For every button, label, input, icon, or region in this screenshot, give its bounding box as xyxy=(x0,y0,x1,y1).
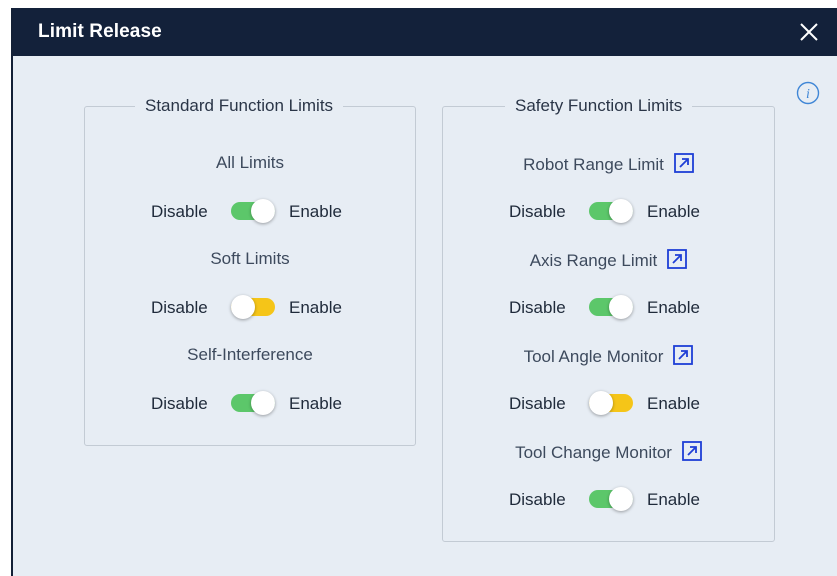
enable-label: Enable xyxy=(289,202,342,221)
tool-angle-monitor-row: Tool Angle Monitor xyxy=(443,345,774,367)
tool-angle-monitor-toggle-row: Disable Enable xyxy=(443,391,774,417)
enable-label: Enable xyxy=(289,394,342,413)
external-link-icon[interactable] xyxy=(673,345,694,365)
tool-change-monitor-row: Tool Change Monitor xyxy=(443,441,774,463)
toggle-knob xyxy=(231,295,255,319)
toggle-knob xyxy=(609,487,633,511)
all-limits-label: All Limits xyxy=(215,153,284,172)
self-interference-toggle[interactable] xyxy=(231,391,275,415)
enable-label: Enable xyxy=(647,490,700,509)
axis-range-limit-row: Axis Range Limit xyxy=(443,249,774,271)
toggle-knob xyxy=(251,199,275,223)
toggle-knob xyxy=(609,199,633,223)
toggle-knob xyxy=(589,391,613,415)
self-interference-label: Self-Interference xyxy=(187,345,313,364)
disable-label: Disable xyxy=(151,298,208,317)
external-link-icon[interactable] xyxy=(682,441,702,461)
tool-change-monitor-toggle-row: Disable Enable xyxy=(443,487,774,513)
toggle-knob xyxy=(251,391,275,415)
robot-range-limit-row: Robot Range Limit xyxy=(443,153,774,175)
info-icon[interactable]: i xyxy=(796,81,820,105)
enable-label: Enable xyxy=(289,298,342,317)
self-interference-toggle-row: Disable Enable xyxy=(85,391,415,417)
soft-limits-label: Soft Limits xyxy=(210,249,290,268)
dialog-title: Limit Release xyxy=(38,21,162,42)
standard-group-title: Standard Function Limits xyxy=(145,96,334,115)
tool-angle-monitor-label: Tool Angle Monitor xyxy=(523,347,664,366)
enable-label: Enable xyxy=(647,202,700,221)
disable-label: Disable xyxy=(509,298,566,317)
robot-range-limit-toggle-row: Disable Enable xyxy=(443,199,774,225)
close-icon[interactable] xyxy=(797,20,821,44)
safety-function-limits-group: Safety Function Limits Robot Range Limit… xyxy=(442,96,775,542)
axis-range-limit-toggle-row: Disable Enable xyxy=(443,295,774,321)
tool-change-monitor-toggle[interactable] xyxy=(589,487,633,511)
disable-label: Disable xyxy=(509,394,566,413)
disable-label: Disable xyxy=(151,394,208,413)
tool-change-monitor-label: Tool Change Monitor xyxy=(515,443,672,462)
all-limits-toggle[interactable] xyxy=(231,199,275,223)
axis-range-limit-toggle[interactable] xyxy=(589,295,633,319)
disable-label: Disable xyxy=(509,490,566,509)
robot-range-limit-label: Robot Range Limit xyxy=(523,155,664,174)
soft-limits-toggle-row: Disable Enable xyxy=(85,295,415,321)
title-bar: Limit Release xyxy=(13,8,837,56)
disable-label: Disable xyxy=(151,202,208,221)
toggle-knob xyxy=(609,295,633,319)
external-link-icon[interactable] xyxy=(667,249,688,269)
all-limits-toggle-row: Disable Enable xyxy=(85,199,415,225)
svg-text:i: i xyxy=(806,87,810,102)
enable-label: Enable xyxy=(647,298,700,317)
limit-release-dialog: Limit Release i Standard Function Limits… xyxy=(11,8,837,576)
soft-limits-toggle[interactable] xyxy=(231,295,275,319)
axis-range-limit-label: Axis Range Limit xyxy=(529,251,658,270)
robot-range-limit-toggle[interactable] xyxy=(589,199,633,223)
standard-function-limits-group: Standard Function Limits All Limits Disa… xyxy=(84,96,416,446)
external-link-icon[interactable] xyxy=(674,153,694,173)
tool-angle-monitor-toggle[interactable] xyxy=(589,391,633,415)
safety-group-title: Safety Function Limits xyxy=(515,96,683,115)
enable-label: Enable xyxy=(647,394,700,413)
disable-label: Disable xyxy=(509,202,566,221)
